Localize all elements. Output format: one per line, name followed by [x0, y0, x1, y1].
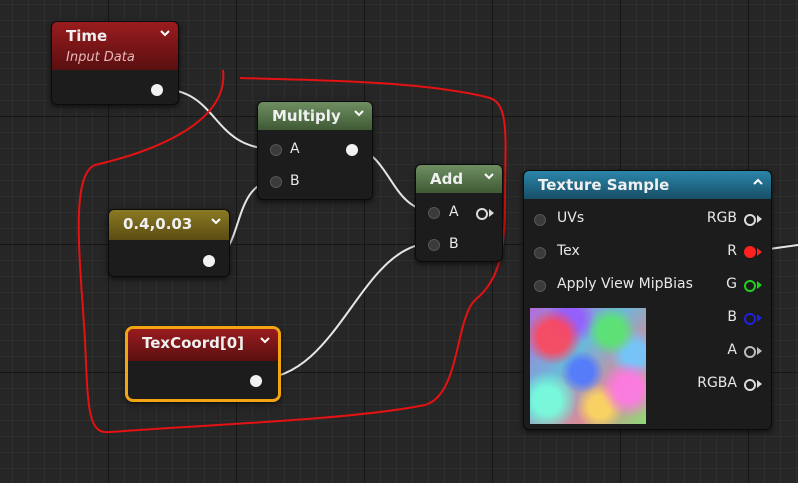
constant-node-title: 0.4,0.03	[123, 215, 193, 233]
add-node-title: Add	[430, 170, 464, 188]
apply-view-mipbias-input-pin[interactable]	[534, 280, 546, 292]
add-input-b-label: B	[449, 236, 459, 252]
multiply-node[interactable]: Multiply A B	[257, 101, 373, 200]
r-output-arrow-icon	[757, 248, 762, 256]
rgb-output-pin[interactable]	[744, 214, 756, 226]
tex-input-label: Tex	[557, 243, 580, 259]
multiply-output-pin[interactable]	[346, 144, 358, 156]
g-output-label: G	[726, 276, 737, 292]
chevron-up-icon[interactable]	[753, 177, 763, 187]
texture-sample-node-title: Texture Sample	[538, 176, 670, 194]
g-output-pin[interactable]	[744, 280, 756, 292]
b-output-pin[interactable]	[744, 313, 756, 325]
texture-sample-node-header[interactable]: Texture Sample	[524, 171, 771, 199]
chevron-down-icon[interactable]	[160, 28, 170, 38]
a-output-label: A	[727, 342, 737, 358]
multiply-input-a-pin[interactable]	[270, 144, 282, 156]
rgba-output-arrow-icon	[757, 380, 762, 388]
g-output-arrow-icon	[757, 281, 762, 289]
constant-node[interactable]: 0.4,0.03	[108, 209, 230, 277]
rgb-output-label: RGB	[706, 210, 737, 226]
r-output-pin[interactable]	[744, 246, 756, 258]
texture-sample-node[interactable]: Texture Sample UVs Tex Apply View MipBia…	[523, 170, 772, 430]
uvs-input-label: UVs	[557, 210, 585, 226]
multiply-input-a-label: A	[290, 141, 300, 157]
r-output-label: R	[727, 243, 737, 259]
time-output-pin[interactable]	[151, 84, 163, 96]
b-output-arrow-icon	[757, 314, 762, 322]
chevron-down-icon[interactable]	[260, 335, 270, 345]
texcoord-node-title: TexCoord[0]	[142, 334, 244, 352]
chevron-down-icon[interactable]	[211, 216, 221, 226]
rgb-output-arrow-icon	[757, 215, 762, 223]
multiply-input-b-label: B	[290, 173, 300, 189]
add-output-pin[interactable]	[476, 208, 488, 220]
b-output-label: B	[727, 309, 737, 325]
time-node-header[interactable]: Time Input Data	[52, 22, 178, 70]
multiply-node-header[interactable]: Multiply	[258, 102, 372, 130]
time-node-title: Time	[66, 27, 108, 45]
add-input-a-label: A	[449, 204, 459, 220]
a-output-pin[interactable]	[744, 346, 756, 358]
rgba-output-pin[interactable]	[744, 379, 756, 391]
wire-texcoord-to-add-b	[256, 242, 434, 380]
add-node-header[interactable]: Add	[416, 165, 502, 193]
texcoord-node[interactable]: TexCoord[0]	[125, 326, 281, 402]
constant-node-header[interactable]: 0.4,0.03	[109, 210, 229, 240]
texcoord-output-pin[interactable]	[250, 375, 262, 387]
time-node[interactable]: Time Input Data	[51, 21, 179, 105]
texcoord-node-header[interactable]: TexCoord[0]	[128, 329, 278, 361]
add-output-arrow-icon	[489, 209, 494, 217]
chevron-down-icon[interactable]	[484, 171, 494, 181]
add-node[interactable]: Add A B	[415, 164, 503, 262]
chevron-down-icon[interactable]	[354, 108, 364, 118]
a-output-arrow-icon	[757, 347, 762, 355]
uvs-input-pin[interactable]	[534, 214, 546, 226]
multiply-node-title: Multiply	[272, 107, 341, 125]
tex-input-pin[interactable]	[534, 247, 546, 259]
texture-preview-image	[530, 308, 646, 424]
time-node-subtitle: Input Data	[66, 50, 135, 65]
apply-view-mipbias-input-label: Apply View MipBias	[557, 276, 693, 292]
constant-output-pin[interactable]	[203, 255, 215, 267]
add-input-a-pin[interactable]	[428, 207, 440, 219]
rgba-output-label: RGBA	[697, 375, 737, 391]
add-input-b-pin[interactable]	[428, 239, 440, 251]
multiply-input-b-pin[interactable]	[270, 176, 282, 188]
